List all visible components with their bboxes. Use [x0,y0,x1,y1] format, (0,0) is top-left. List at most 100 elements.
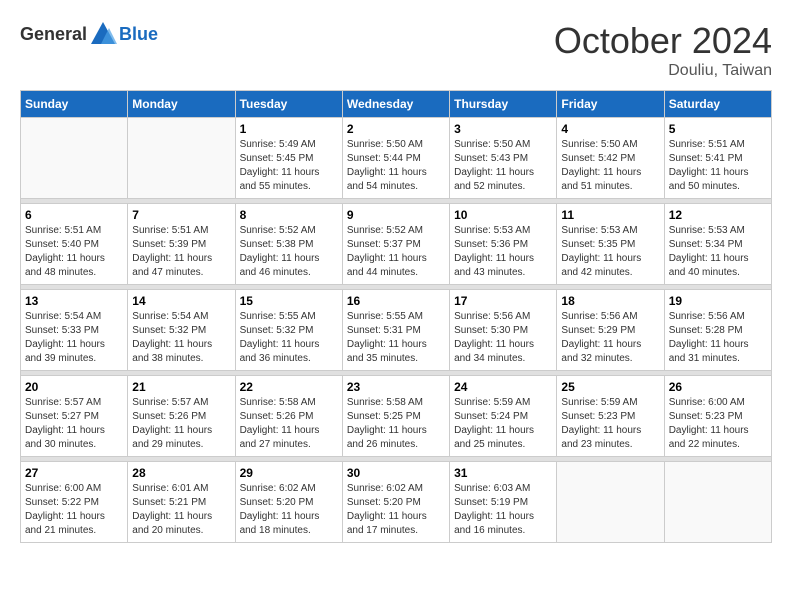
day-info: Sunrise: 5:58 AM Sunset: 5:25 PM Dayligh… [347,396,445,452]
day-number: 9 [347,208,445,222]
day-number: 14 [132,294,230,308]
calendar-day-cell: 6 Sunrise: 5:51 AM Sunset: 5:40 PM Daylig… [21,204,128,285]
calendar-day-cell [664,462,771,543]
day-info: Sunrise: 6:02 AM Sunset: 5:20 PM Dayligh… [347,482,445,538]
calendar-day-cell: 22 Sunrise: 5:58 AM Sunset: 5:26 PM Dayli… [235,376,342,457]
day-info: Sunrise: 5:51 AM Sunset: 5:39 PM Dayligh… [132,224,230,280]
day-number: 8 [240,208,338,222]
day-number: 15 [240,294,338,308]
day-info: Sunrise: 5:53 AM Sunset: 5:36 PM Dayligh… [454,224,552,280]
day-number: 7 [132,208,230,222]
day-number: 12 [669,208,767,222]
logo-text-general: General [20,24,87,45]
weekday-header-cell: Friday [557,91,664,118]
calendar-day-cell: 26Sunrise: 6:00 AM Sunset: 5:23 PM Dayli… [664,376,771,457]
calendar-day-cell [128,118,235,199]
calendar-week-row: 13Sunrise: 5:54 AM Sunset: 5:33 PM Dayli… [21,290,772,371]
logo-text-blue: Blue [119,24,158,45]
calendar-day-cell: 13Sunrise: 5:54 AM Sunset: 5:33 PM Dayli… [21,290,128,371]
day-number: 16 [347,294,445,308]
calendar-day-cell: 4Sunrise: 5:50 AM Sunset: 5:42 PM Daylig… [557,118,664,199]
day-info: Sunrise: 6:03 AM Sunset: 5:19 PM Dayligh… [454,482,552,538]
day-number: 18 [561,294,659,308]
day-info: Sunrise: 5:53 AM Sunset: 5:34 PM Dayligh… [669,224,767,280]
calendar-day-cell: 20 Sunrise: 5:57 AM Sunset: 5:27 PM Dayli… [21,376,128,457]
day-info: Sunrise: 5:50 AM Sunset: 5:42 PM Dayligh… [561,138,659,194]
day-number: 29 [240,466,338,480]
day-info: Sunrise: 5:57 AM Sunset: 5:27 PM Dayligh… [25,396,123,452]
weekday-header-row: SundayMondayTuesdayWednesdayThursdayFrid… [21,91,772,118]
calendar-day-cell: 21Sunrise: 5:57 AM Sunset: 5:26 PM Dayli… [128,376,235,457]
day-number: 11 [561,208,659,222]
day-number: 13 [25,294,123,308]
day-number: 22 [240,380,338,394]
day-number: 2 [347,122,445,136]
day-info: Sunrise: 5:56 AM Sunset: 5:30 PM Dayligh… [454,310,552,366]
calendar-day-cell: 10 Sunrise: 5:53 AM Sunset: 5:36 PM Dayli… [450,204,557,285]
calendar-day-cell: 17 Sunrise: 5:56 AM Sunset: 5:30 PM Dayli… [450,290,557,371]
day-info: Sunrise: 5:59 AM Sunset: 5:24 PM Dayligh… [454,396,552,452]
day-number: 27 [25,466,123,480]
weekday-header-cell: Tuesday [235,91,342,118]
calendar-day-cell: 27 Sunrise: 6:00 AM Sunset: 5:22 PM Dayli… [21,462,128,543]
day-info: Sunrise: 5:56 AM Sunset: 5:28 PM Dayligh… [669,310,767,366]
weekday-header-cell: Wednesday [342,91,449,118]
day-number: 30 [347,466,445,480]
day-info: Sunrise: 5:59 AM Sunset: 5:23 PM Dayligh… [561,396,659,452]
calendar-day-cell: 19 Sunrise: 5:56 AM Sunset: 5:28 PM Dayli… [664,290,771,371]
calendar-week-row: 1Sunrise: 5:49 AM Sunset: 5:45 PM Daylig… [21,118,772,199]
month-title: October 2024 [554,20,772,62]
day-info: Sunrise: 5:51 AM Sunset: 5:40 PM Dayligh… [25,224,123,280]
day-number: 19 [669,294,767,308]
calendar-table: SundayMondayTuesdayWednesdayThursdayFrid… [20,90,772,543]
calendar-day-cell: 11Sunrise: 5:53 AM Sunset: 5:35 PM Dayli… [557,204,664,285]
calendar-body: 1Sunrise: 5:49 AM Sunset: 5:45 PM Daylig… [21,118,772,543]
day-info: Sunrise: 5:58 AM Sunset: 5:26 PM Dayligh… [240,396,338,452]
day-info: Sunrise: 5:54 AM Sunset: 5:32 PM Dayligh… [132,310,230,366]
day-number: 6 [25,208,123,222]
calendar-day-cell: 3 Sunrise: 5:50 AM Sunset: 5:43 PM Daylig… [450,118,557,199]
day-info: Sunrise: 6:00 AM Sunset: 5:22 PM Dayligh… [25,482,123,538]
day-number: 23 [347,380,445,394]
day-number: 31 [454,466,552,480]
day-info: Sunrise: 6:00 AM Sunset: 5:23 PM Dayligh… [669,396,767,452]
calendar-week-row: 27 Sunrise: 6:00 AM Sunset: 5:22 PM Dayli… [21,462,772,543]
calendar-day-cell: 2 Sunrise: 5:50 AM Sunset: 5:44 PM Daylig… [342,118,449,199]
calendar-day-cell: 31 Sunrise: 6:03 AM Sunset: 5:19 PM Dayli… [450,462,557,543]
day-number: 17 [454,294,552,308]
day-info: Sunrise: 5:56 AM Sunset: 5:29 PM Dayligh… [561,310,659,366]
calendar-day-cell: 29 Sunrise: 6:02 AM Sunset: 5:20 PM Dayli… [235,462,342,543]
day-number: 25 [561,380,659,394]
day-info: Sunrise: 5:51 AM Sunset: 5:41 PM Dayligh… [669,138,767,194]
day-info: Sunrise: 6:01 AM Sunset: 5:21 PM Dayligh… [132,482,230,538]
calendar-day-cell: 18 Sunrise: 5:56 AM Sunset: 5:29 PM Dayli… [557,290,664,371]
day-info: Sunrise: 5:55 AM Sunset: 5:31 PM Dayligh… [347,310,445,366]
page-header: General Blue October 2024 Douliu, Taiwan [20,20,772,80]
calendar-day-cell: 23 Sunrise: 5:58 AM Sunset: 5:25 PM Dayli… [342,376,449,457]
day-number: 21 [132,380,230,394]
calendar-day-cell: 24Sunrise: 5:59 AM Sunset: 5:24 PM Dayli… [450,376,557,457]
day-number: 1 [240,122,338,136]
day-number: 3 [454,122,552,136]
day-info: Sunrise: 5:55 AM Sunset: 5:32 PM Dayligh… [240,310,338,366]
calendar-week-row: 20 Sunrise: 5:57 AM Sunset: 5:27 PM Dayli… [21,376,772,457]
day-info: Sunrise: 5:52 AM Sunset: 5:37 PM Dayligh… [347,224,445,280]
logo-icon [89,20,117,48]
day-number: 28 [132,466,230,480]
calendar-day-cell: 1Sunrise: 5:49 AM Sunset: 5:45 PM Daylig… [235,118,342,199]
day-info: Sunrise: 6:02 AM Sunset: 5:20 PM Dayligh… [240,482,338,538]
day-number: 10 [454,208,552,222]
day-info: Sunrise: 5:50 AM Sunset: 5:44 PM Dayligh… [347,138,445,194]
day-info: Sunrise: 5:52 AM Sunset: 5:38 PM Dayligh… [240,224,338,280]
calendar-day-cell: 30 Sunrise: 6:02 AM Sunset: 5:20 PM Dayli… [342,462,449,543]
day-number: 20 [25,380,123,394]
weekday-header-cell: Sunday [21,91,128,118]
calendar-day-cell: 9 Sunrise: 5:52 AM Sunset: 5:37 PM Daylig… [342,204,449,285]
calendar-day-cell: 8 Sunrise: 5:52 AM Sunset: 5:38 PM Daylig… [235,204,342,285]
calendar-day-cell: 7 Sunrise: 5:51 AM Sunset: 5:39 PM Daylig… [128,204,235,285]
calendar-day-cell: 15 Sunrise: 5:55 AM Sunset: 5:32 PM Dayli… [235,290,342,371]
calendar-day-cell [557,462,664,543]
day-info: Sunrise: 5:50 AM Sunset: 5:43 PM Dayligh… [454,138,552,194]
calendar-day-cell: 16 Sunrise: 5:55 AM Sunset: 5:31 PM Dayli… [342,290,449,371]
calendar-day-cell: 14 Sunrise: 5:54 AM Sunset: 5:32 PM Dayli… [128,290,235,371]
